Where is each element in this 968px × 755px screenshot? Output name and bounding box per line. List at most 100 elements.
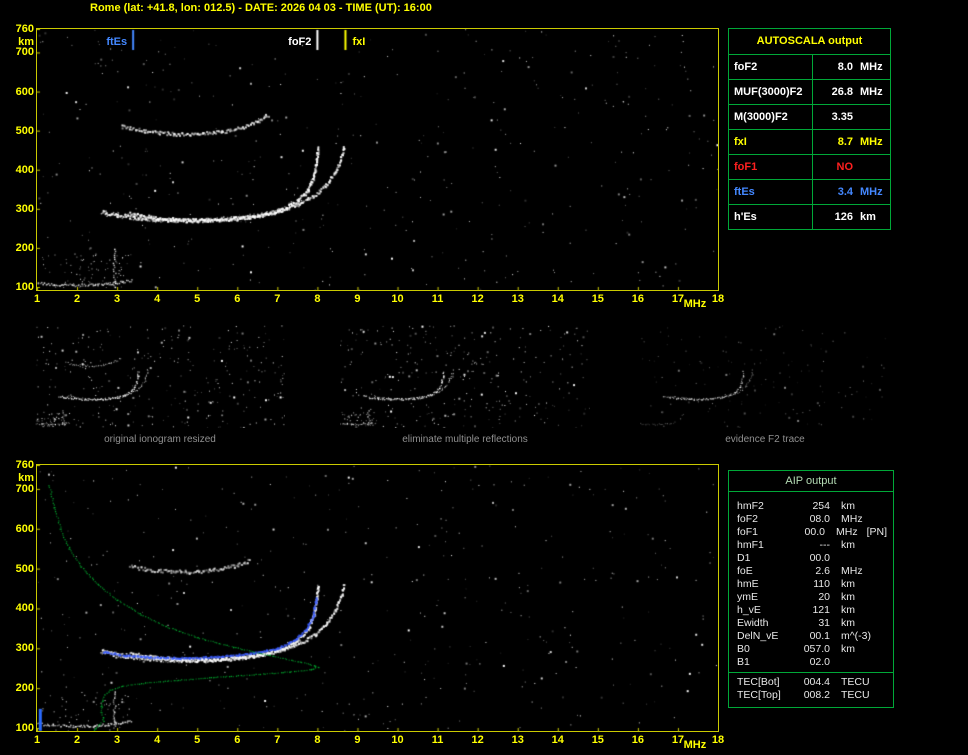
aip-value: 02.0: [809, 656, 830, 668]
y-axis-label: 600: [15, 85, 34, 98]
aip-row: ymE 20 km: [737, 591, 887, 604]
aip-unit: km: [841, 591, 855, 603]
autoscala-value: 8.7 MHz: [837, 136, 883, 148]
ionogram-canvas-bottom: [37, 465, 718, 731]
aip-output-table: AIP output hmF2 254 km foF2 08.0 MHz foF1 00.0 M…: [728, 470, 894, 708]
autoscala-value: 3.4 MHz: [837, 186, 883, 198]
y-axis-label: 300: [15, 202, 34, 215]
aip-unit: m^(-3): [841, 630, 872, 642]
y-axis-label: 500: [15, 124, 34, 137]
x-axis-label: 8: [314, 734, 321, 746]
x-axis-label: 16: [631, 734, 644, 746]
y-axis-label: 760: [15, 23, 34, 35]
aip-param: B0: [737, 643, 750, 655]
aip-param: foF1: [737, 526, 759, 538]
x-axis-label: 6: [234, 293, 241, 305]
x-axis-label: 5: [194, 734, 201, 746]
window-title: Rome (lat: +41.8, lon: 012.5) - DATE: 20…: [90, 2, 432, 14]
y-axis-label: 700: [15, 46, 34, 59]
x-axis-label: 18: [711, 293, 725, 305]
x-axis-label: 4: [154, 734, 161, 746]
x-axis-label: 12: [471, 293, 484, 305]
autoscala-value: 3.35: [831, 111, 853, 123]
aip-flag: [PN]: [866, 526, 887, 538]
aip-unit: MHz: [841, 513, 863, 525]
aip-value: 20: [818, 591, 830, 603]
x-axis-label: 17: [671, 293, 685, 305]
aip-separator: [729, 672, 893, 673]
aip-value: 00.0: [804, 526, 825, 538]
aip-value: 254: [812, 500, 830, 512]
autoscala-param: foF2: [729, 55, 813, 79]
aip-row: DelN_vE 00.1 m^(-3): [737, 630, 887, 643]
x-axis-label: 2: [73, 734, 81, 746]
x-axis-unit-label: MHz: [683, 298, 707, 310]
aip-unit: TECU: [841, 676, 870, 688]
thumbnail-canvas-evidence-f2: [640, 325, 890, 428]
x-axis-label: 15: [591, 734, 604, 746]
aip-value: 004.4: [803, 676, 830, 688]
aip-value: 00.1: [809, 630, 830, 642]
x-axis-label: 3: [114, 293, 121, 305]
thumbnail-original-ionogram: [35, 325, 285, 428]
autoscala-row: ftEs 3.4 MHz: [729, 179, 890, 204]
aip-unit: km: [841, 578, 855, 590]
aip-table-rows: hmF2 254 km foF2 08.0 MHz foF1 00.0 MHz [PN] hmF1-…: [729, 492, 893, 707]
aip-unit: km: [841, 604, 855, 616]
x-axis-label: 3: [114, 734, 121, 746]
aip-param: B1: [737, 656, 750, 668]
aip-param: foF2: [737, 513, 759, 525]
ionogram-plot-bottom: [36, 464, 719, 732]
aip-row: B1 02.0: [737, 656, 887, 669]
ionogram-canvas-top: [37, 29, 718, 290]
aip-row: foF1 00.0 MHz [PN]: [737, 526, 887, 539]
thumbnail-canvas-original: [35, 325, 285, 428]
autoscala-row: M(3000)F2 3.35: [729, 104, 890, 129]
aip-row: foF2 08.0 MHz: [737, 513, 887, 526]
autoscala-row: h'Es 126 km: [729, 204, 890, 229]
x-axis-label: 1: [33, 293, 41, 305]
autoscala-window: Rome (lat: +41.8, lon: 012.5) - DATE: 20…: [0, 0, 968, 755]
y-axis-label: 500: [15, 562, 34, 575]
aip-unit: km: [841, 500, 855, 512]
x-axis-label: 13: [511, 734, 524, 746]
y-axis-label: 760: [15, 459, 34, 471]
aip-value: 110: [813, 578, 830, 590]
x-axis-label: 6: [234, 734, 241, 746]
aip-param: TEC[Bot]: [737, 676, 780, 688]
x-axis-label: 17: [671, 734, 685, 746]
autoscala-value: 126 km: [834, 211, 876, 223]
x-axis-label: 7: [274, 293, 281, 305]
x-axis-label: 7: [274, 734, 281, 746]
aip-value: 00.0: [809, 552, 830, 564]
ionogram-plot-top: ftEs foF2 fxI: [36, 28, 719, 291]
x-axis-label: 12: [471, 734, 484, 746]
autoscala-output-table: AUTOSCALA output foF2 8.0 MHz MUF(3000)F2 26…: [728, 28, 891, 230]
aip-value: 2.6: [815, 565, 830, 577]
x-axis-label: 18: [711, 734, 725, 746]
aip-unit: km: [841, 617, 855, 629]
autoscala-value: 26.8 MHz: [831, 86, 883, 98]
aip-param: D1: [737, 552, 751, 564]
y-axis-label: 200: [15, 682, 34, 695]
aip-value: 008.2: [803, 689, 830, 701]
x-axis-label: 14: [551, 293, 564, 305]
x-axis-label: 9: [354, 293, 361, 305]
autoscala-row: foF2 8.0 MHz: [729, 54, 890, 79]
x-axis-label: 15: [591, 293, 604, 305]
marker-label-fxI: fxI: [352, 36, 366, 48]
aip-row: hmE 110 km: [737, 578, 887, 591]
aip-param: h_vE: [737, 604, 761, 616]
y-axis-label: 200: [15, 241, 34, 254]
y-axis-label: 400: [15, 602, 34, 615]
aip-param: ymE: [737, 591, 758, 603]
autoscala-value: 8.0 MHz: [837, 61, 883, 73]
aip-row: foE 2.6 MHz: [737, 565, 887, 578]
aip-param: Ewidth: [737, 617, 769, 629]
autoscala-row: fxI 8.7 MHz: [729, 129, 890, 154]
aip-row: hmF2 254 km: [737, 500, 887, 513]
x-axis-label: 11: [431, 734, 444, 746]
aip-table-title: AIP output: [729, 471, 893, 492]
aip-row: B0 057.0 km: [737, 643, 887, 656]
aip-value: 08.0: [809, 513, 830, 525]
